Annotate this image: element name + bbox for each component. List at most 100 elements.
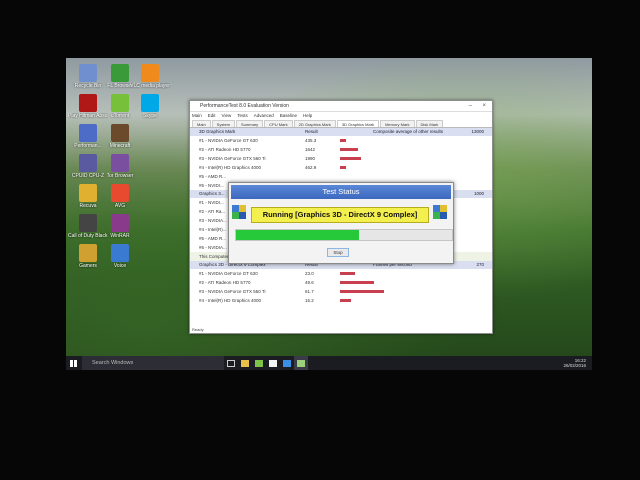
avg-icon xyxy=(111,184,129,202)
result-row: #4 - Intel(R) HD Graphics 4000 15.2 xyxy=(190,296,492,305)
app-title: PerformanceTest 8.0 Evaluation Version xyxy=(200,103,289,109)
start-button[interactable] xyxy=(66,356,80,370)
tab[interactable]: System xyxy=(211,120,236,127)
taskbar-explorer[interactable] xyxy=(238,356,252,370)
minecraft-icon xyxy=(111,124,129,142)
clock-date: 26/02/2016 xyxy=(563,363,586,368)
result-row-value: 23.0 xyxy=(305,271,314,276)
taskbar-store[interactable] xyxy=(266,356,280,370)
tab[interactable]: 2D Graphics Mark xyxy=(293,120,336,127)
test-status-dialog[interactable]: Test Status Running [Graphics 3D - Direc… xyxy=(228,182,454,264)
result-row: #4 - Intel(R) HD Graphics 4000 462.9 xyxy=(190,163,492,172)
desktop-icon[interactable]: Minecraft xyxy=(100,124,140,149)
task-view-icon xyxy=(227,359,235,367)
desktop-icon-label: Voice xyxy=(113,263,127,269)
tab[interactable]: Summary xyxy=(236,120,264,127)
result-row-bar xyxy=(340,148,359,151)
menu-item[interactable]: View xyxy=(222,113,232,118)
desktop-icon-label: Minecraft xyxy=(109,143,131,149)
desktop-icon[interactable]: Voice xyxy=(100,244,140,269)
result-row-value: 1990 xyxy=(305,156,316,161)
skype-icon xyxy=(141,94,159,112)
result-row: #2 - ATI Radeon HD 5770 49.6 xyxy=(190,278,492,287)
system-tray[interactable]: 16:22 26/02/2016 xyxy=(563,358,592,368)
browser-icon xyxy=(111,64,129,82)
desktop-icon-label: AVG xyxy=(114,203,126,209)
result-row-value: 49.6 xyxy=(305,280,314,285)
desktop-icon-label: VLC media player xyxy=(130,83,170,89)
section3-rows: #1 - NVIDIA GeForce GT 630 23.0 #2 - ATI R… xyxy=(190,269,492,305)
result-row: #1 - NVIDIA GeForce GT 630 23.0 xyxy=(190,269,492,278)
result-row-name: #5 - AMD R... xyxy=(199,236,227,241)
taskbar: Search Windows 16:22 26/02/2016 xyxy=(66,356,592,370)
section1-header: 3D Graphics Mark Result Composite averag… xyxy=(190,128,492,136)
result-row-value: 435.3 xyxy=(305,138,317,143)
result-row: #2 - ATI Radeon HD 5770 1642 xyxy=(190,145,492,154)
task-view-button[interactable] xyxy=(224,356,238,370)
result-row-name: #2 - ATI Radeon HD 5770 xyxy=(199,147,251,152)
tab[interactable]: Memory Mark xyxy=(380,120,415,127)
result-row-name: #5 - AMD R... xyxy=(199,174,227,179)
cod-icon xyxy=(79,214,97,232)
app-menubar: Main Edit View Tests Advanced Baseline Help xyxy=(190,112,492,120)
menu-item[interactable]: Tests xyxy=(237,113,248,118)
taskbar-performancetest[interactable] xyxy=(294,356,308,370)
desktop-icon[interactable]: VLC media player xyxy=(130,64,170,89)
status-bar: Ready xyxy=(192,327,204,332)
result-row-name: #4 - Intel(R) HD Graphics 4000 xyxy=(199,298,262,303)
menu-item[interactable]: Help xyxy=(303,113,312,118)
cpuz-icon xyxy=(79,154,97,172)
result-row-bar xyxy=(340,272,356,275)
cube-icon-right xyxy=(433,205,447,219)
result-row-bar xyxy=(340,299,352,302)
tor-icon xyxy=(111,154,129,172)
recuva-icon xyxy=(79,184,97,202)
gamers-icon xyxy=(79,244,97,262)
desktop-icon[interactable]: Tor Browser xyxy=(100,154,140,179)
close-icon[interactable]: × xyxy=(482,101,486,112)
menu-item[interactable]: Advanced xyxy=(254,113,274,118)
utorrent-icon xyxy=(111,94,129,112)
tab[interactable]: 3D Graphics Mark xyxy=(336,120,380,127)
windows-logo-icon xyxy=(69,359,77,367)
stop-button[interactable]: Stop xyxy=(327,248,349,257)
scale-label: Composite average of other results xyxy=(373,129,444,134)
section3-scale-max: 270 xyxy=(476,262,484,267)
result-row-name: #1 - NVIDIA GeForce GT 630 xyxy=(199,138,258,143)
app-icon xyxy=(255,359,263,367)
result-row: #5 - AMD R... xyxy=(190,172,492,181)
result-row-bar xyxy=(340,157,361,160)
tab[interactable]: Disk Mark xyxy=(415,120,444,127)
tab[interactable]: CPU Mark xyxy=(264,120,293,127)
menu-item[interactable]: Edit xyxy=(208,113,216,118)
tab[interactable]: Main xyxy=(192,120,211,127)
menu-item[interactable]: Baseline xyxy=(280,113,297,118)
app-titlebar[interactable]: PerformanceTest 8.0 Evaluation Version –… xyxy=(190,101,492,112)
menu-item[interactable]: Main xyxy=(192,113,202,118)
desktop-icon[interactable]: Skype xyxy=(130,94,170,119)
desktop-icon-label: WinRAR xyxy=(110,233,130,239)
result-row-name: #3 - NVIDIA... xyxy=(199,218,227,223)
taskbar-edge[interactable] xyxy=(280,356,294,370)
cube-icon-left xyxy=(232,205,246,219)
taskbar-search[interactable]: Search Windows xyxy=(82,356,224,370)
minimize-icon[interactable]: – xyxy=(469,101,472,112)
desktop-icon[interactable]: WinRAR xyxy=(100,214,140,239)
taskbar-app-green[interactable] xyxy=(252,356,266,370)
result-row-bar xyxy=(340,281,375,284)
result-row: #3 - NVIDIA GeForce GTX 560 Ti 1990 xyxy=(190,154,492,163)
vlc-icon xyxy=(141,64,159,82)
dialog-progress-bar xyxy=(235,229,453,241)
result-row-name: #2 - ATI Radeon HD 5770 xyxy=(199,280,251,285)
desktop-icon-label: Skype xyxy=(143,113,157,119)
result-row-value: 1642 xyxy=(305,147,316,152)
result-row-name: #4 - Intel(R)... xyxy=(199,227,227,232)
result-row-name: #2 - ATI Ra... xyxy=(199,209,226,214)
result-row: #1 - NVIDIA GeForce GT 630 435.3 xyxy=(190,136,492,145)
winrar-icon xyxy=(111,214,129,232)
hitman-icon xyxy=(79,94,97,112)
desktop-icon[interactable]: AVG xyxy=(100,184,140,209)
folder-icon xyxy=(241,359,249,367)
result-row-value: 15.2 xyxy=(305,298,314,303)
dialog-status-text: Running [Graphics 3D - DirectX 9 Complex… xyxy=(251,207,429,223)
